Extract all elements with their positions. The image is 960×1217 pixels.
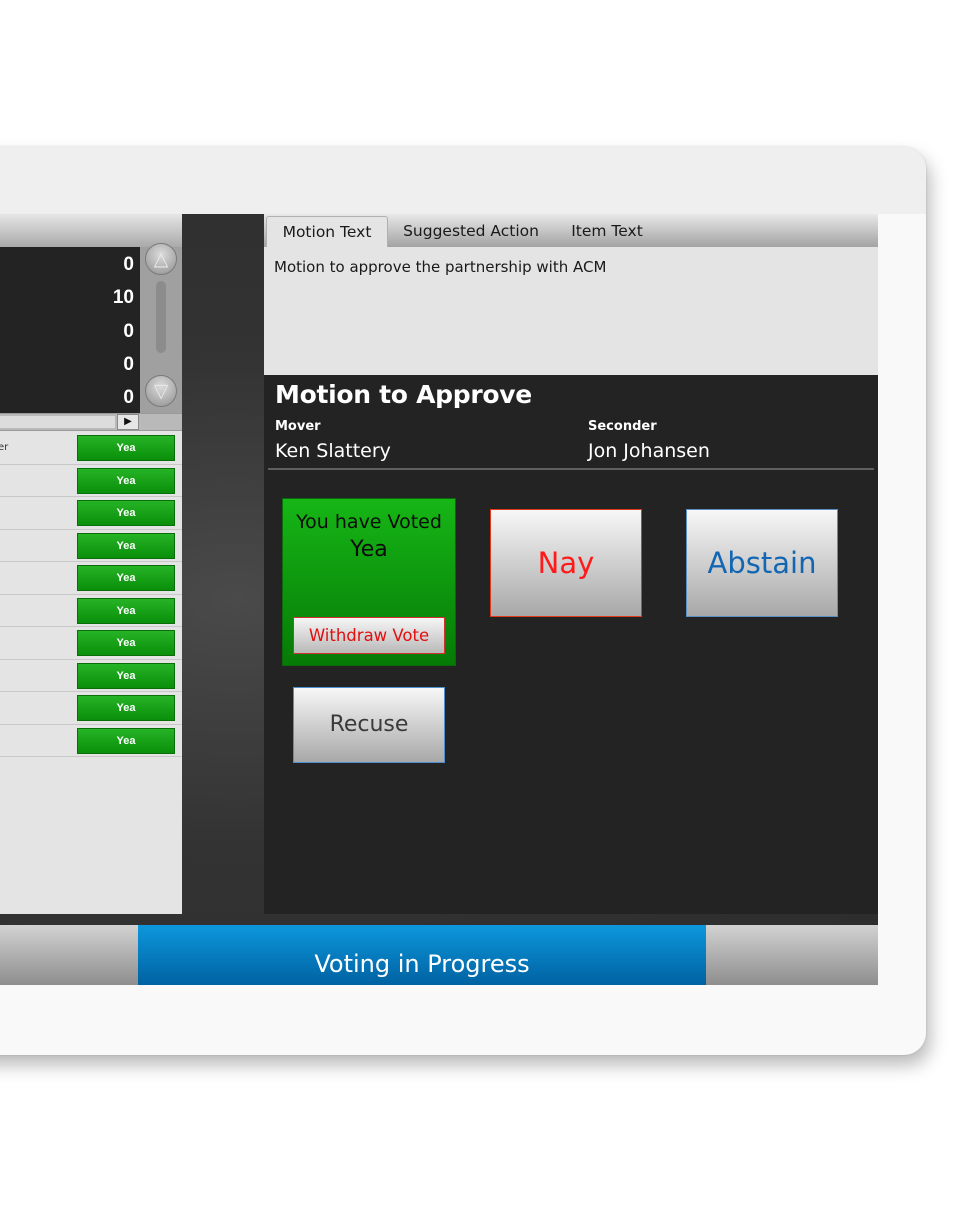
vote-badge: Yea xyxy=(77,435,175,461)
abstain-button[interactable]: Abstain xyxy=(686,509,838,617)
top-bar xyxy=(0,147,926,214)
list-item: Yea xyxy=(0,725,182,757)
motion-title: Motion to Approve xyxy=(275,380,532,409)
list-item: er Yea xyxy=(0,432,182,465)
voting-screen: 0 10 0 0 0 △ ▽ ▶ er Yea Yea Yea Yea Yea … xyxy=(0,214,878,985)
horizontal-scroll-track[interactable] xyxy=(0,416,115,428)
vote-badge: Yea xyxy=(77,565,175,591)
vote-badge: Yea xyxy=(77,597,175,624)
tab-item-text[interactable]: Item Text xyxy=(564,216,650,247)
vote-badge: Yea xyxy=(77,662,175,689)
triangle-down-icon[interactable]: ▽ xyxy=(145,375,177,407)
member-vote-list: er Yea Yea Yea Yea Yea Yea Yea Yea Yea Y… xyxy=(0,432,182,757)
vote-badge: Yea xyxy=(77,727,175,754)
list-item: Yea xyxy=(0,595,182,627)
vote-badge: Yea xyxy=(77,467,175,494)
vote-badge: Yea xyxy=(77,500,175,526)
motion-text: Motion to approve the partnership with A… xyxy=(274,258,607,276)
scroll-thumb[interactable] xyxy=(156,281,166,353)
triangle-right-icon[interactable]: ▶ xyxy=(117,414,139,430)
vote-summary-panel: 0 10 0 0 0 △ ▽ ▶ er Yea Yea Yea Yea Yea … xyxy=(0,214,182,914)
list-item: Yea xyxy=(0,692,182,725)
list-item: Yea xyxy=(0,497,182,530)
mover-label: Mover xyxy=(275,419,321,434)
motion-details-panel: Motion to Approve Mover Ken Slattery Sec… xyxy=(264,375,878,914)
horizontal-scrollbar[interactable]: ▶ xyxy=(0,413,182,431)
tablet-frame: 0 10 0 0 0 △ ▽ ▶ er Yea Yea Yea Yea Yea … xyxy=(0,147,926,1055)
tally-scrollbar[interactable]: △ ▽ xyxy=(140,243,182,413)
list-item: Yea xyxy=(0,465,182,497)
vote-badge: Yea xyxy=(77,532,175,559)
tally-value: 10 xyxy=(112,287,134,308)
list-item: Yea xyxy=(0,627,182,660)
motion-text-panel: Motion to approve the partnership with A… xyxy=(264,247,878,375)
tally-value: 0 xyxy=(123,354,134,375)
voting-status-banner: Voting in Progress xyxy=(138,925,706,985)
tab-suggested-action[interactable]: Suggested Action xyxy=(402,216,540,247)
withdraw-vote-button[interactable]: Withdraw Vote xyxy=(293,617,445,654)
list-item: Yea xyxy=(0,660,182,692)
nay-button[interactable]: Nay xyxy=(490,509,642,617)
voted-label: You have Voted xyxy=(296,511,442,533)
vote-tally: 0 10 0 0 0 xyxy=(0,247,140,413)
seconder-name: Jon Johansen xyxy=(588,440,710,462)
current-vote-indicator: You have Voted Yea Withdraw Vote xyxy=(282,498,456,666)
tally-value: 0 xyxy=(123,387,134,408)
triangle-up-icon[interactable]: △ xyxy=(145,243,177,275)
status-bar: Voting in Progress xyxy=(0,925,878,985)
mover-name: Ken Slattery xyxy=(275,440,391,462)
vote-badge: Yea xyxy=(77,630,175,656)
seconder-label: Seconder xyxy=(588,419,657,434)
divider xyxy=(268,468,874,470)
tally-value: 0 xyxy=(123,321,134,342)
vote-badge: Yea xyxy=(77,695,175,721)
tally-value: 0 xyxy=(123,254,134,275)
voted-value: Yea xyxy=(350,537,388,562)
list-item: Yea xyxy=(0,562,182,595)
list-item: Yea xyxy=(0,530,182,562)
tab-motion-text[interactable]: Motion Text xyxy=(266,216,388,247)
vote-summary-header xyxy=(0,214,182,247)
recuse-button[interactable]: Recuse xyxy=(293,687,445,763)
motion-tab-bar: Motion Text Suggested Action Item Text xyxy=(264,214,878,247)
member-name: er xyxy=(0,442,9,453)
